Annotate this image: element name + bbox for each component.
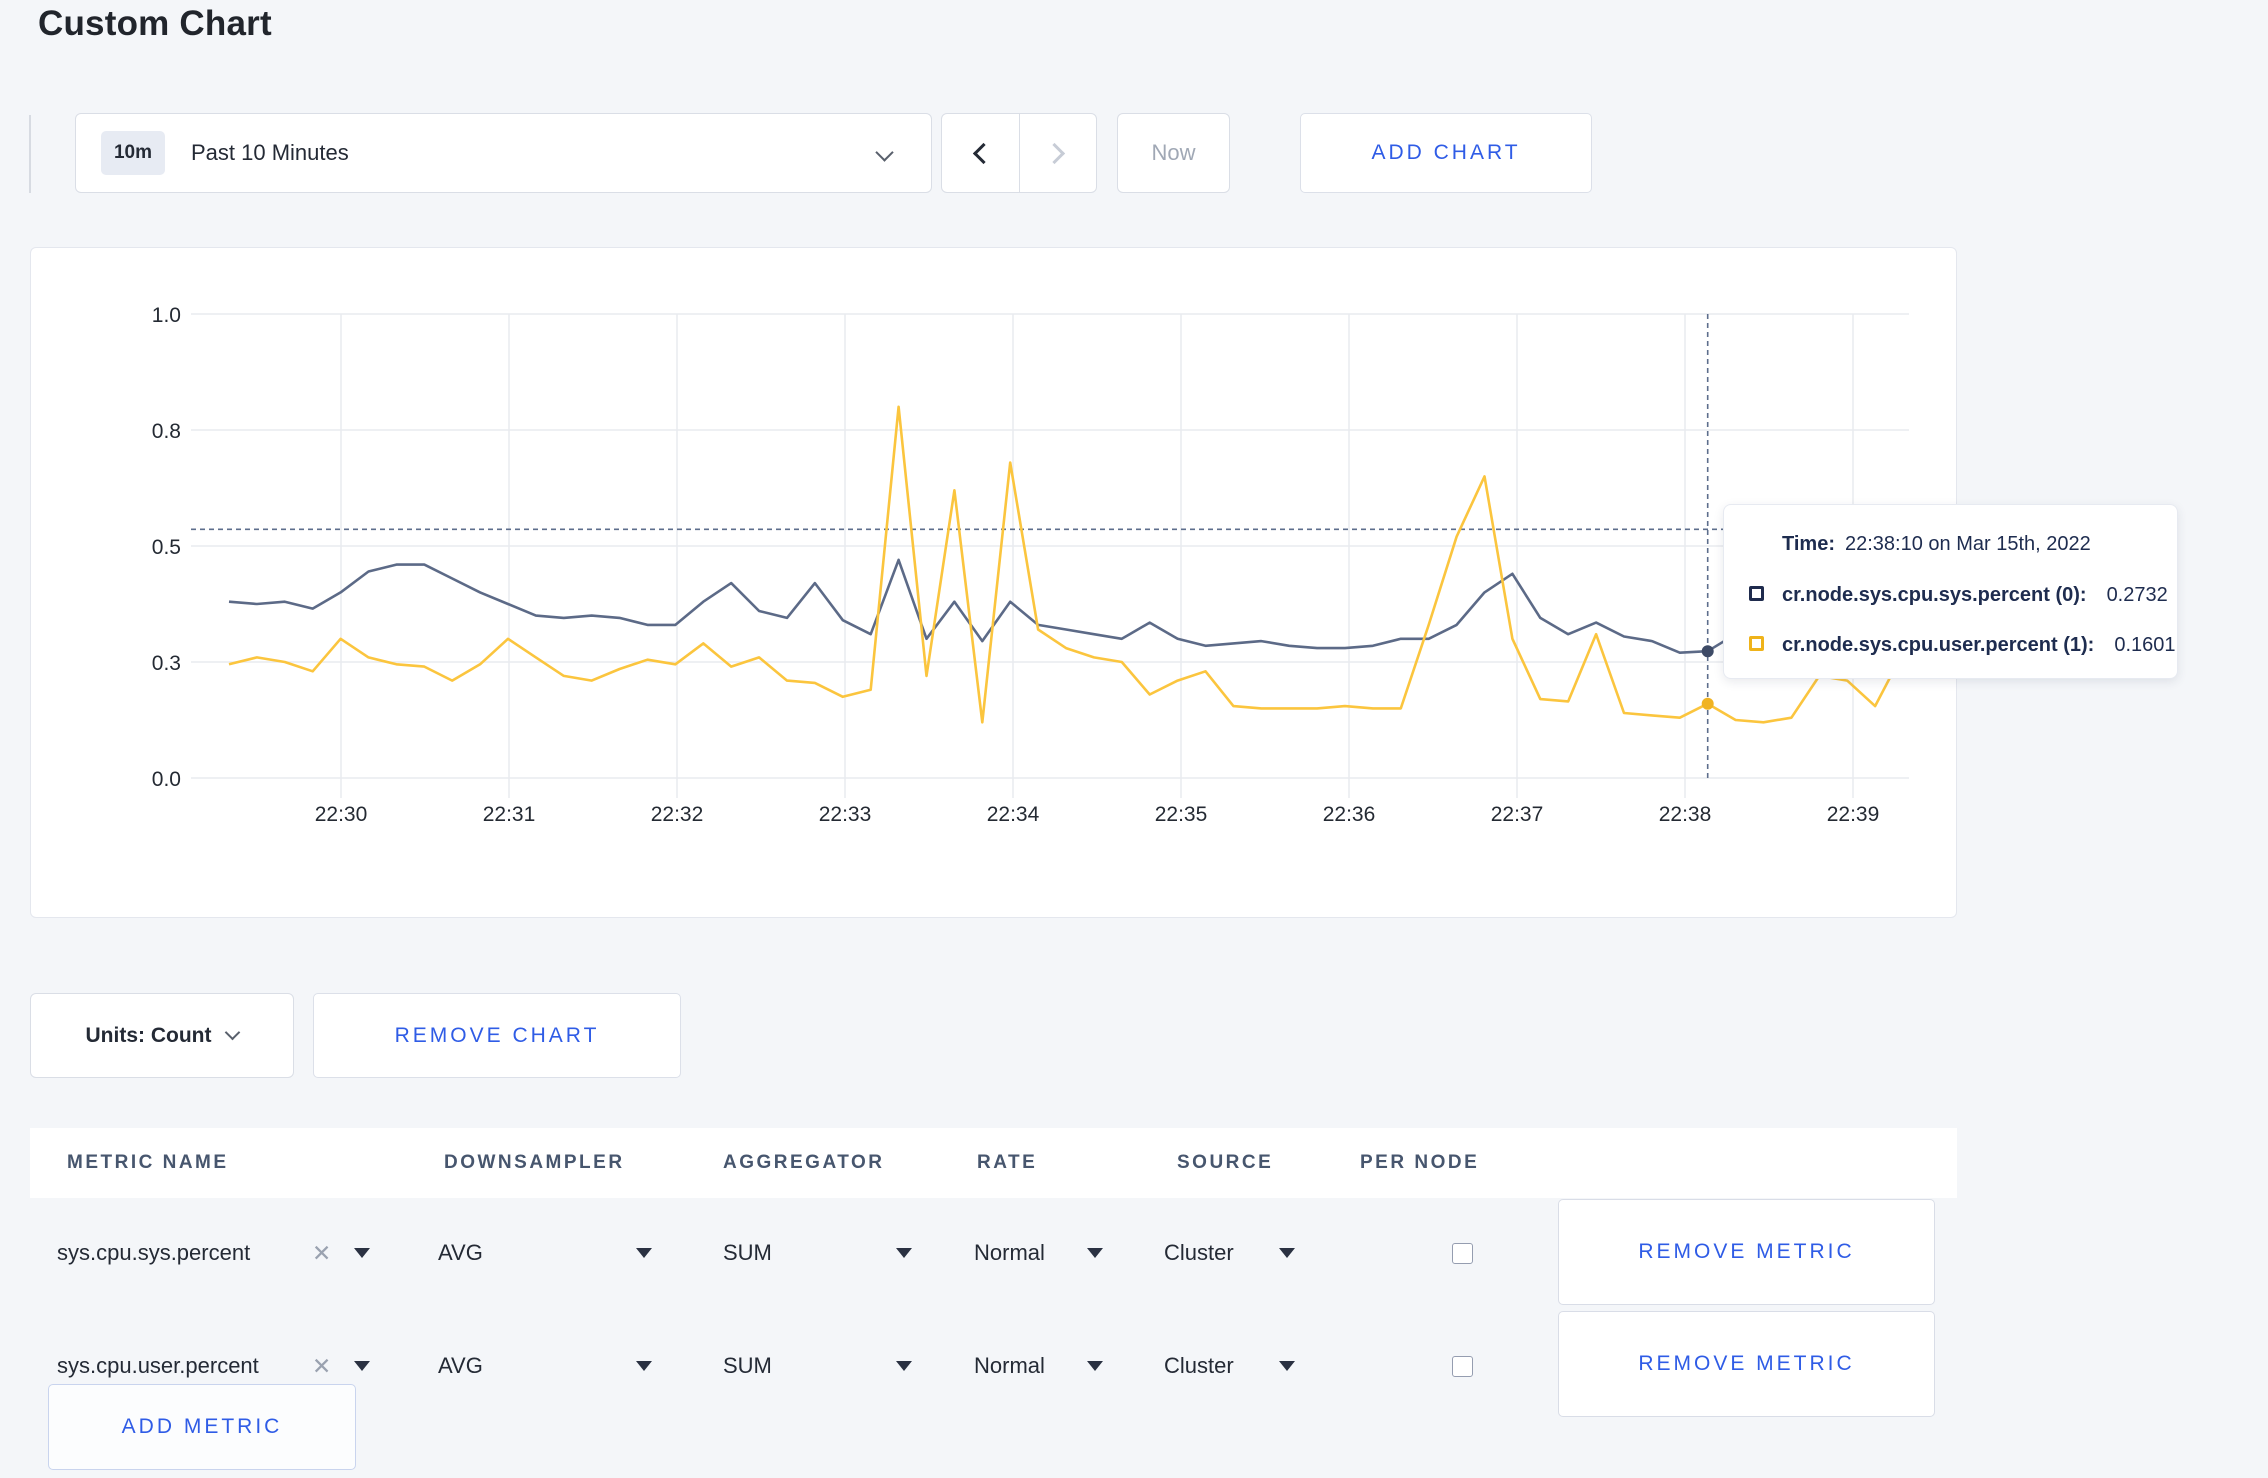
metric-name-select[interactable]: sys.cpu.sys.percent <box>57 1199 250 1307</box>
source-select[interactable]: Cluster <box>1164 1312 1234 1420</box>
prev-range-button[interactable] <box>942 114 1019 192</box>
rate-select[interactable]: Normal <box>974 1199 1045 1307</box>
column-header-metric-name: METRIC NAME <box>67 1152 229 1173</box>
dropdown-arrow-icon <box>354 1361 370 1371</box>
x-axis-label: 22:34 <box>987 803 1040 826</box>
series-user-swatch-icon <box>1749 636 1764 651</box>
page-title: Custom Chart <box>38 4 272 43</box>
dropdown-arrow-icon <box>896 1361 912 1371</box>
column-header-source: SOURCE <box>1177 1152 1274 1173</box>
rate-select[interactable]: Normal <box>974 1312 1045 1420</box>
aggregator-select[interactable]: SUM <box>723 1312 772 1420</box>
tooltip-time-label: Time: <box>1782 532 1835 555</box>
metrics-table-header: METRIC NAME DOWNSAMPLER AGGREGATOR RATE … <box>30 1128 1957 1198</box>
x-axis-label: 22:39 <box>1827 803 1880 826</box>
x-axis-label: 22:37 <box>1491 803 1544 826</box>
column-header-aggregator: AGGREGATOR <box>723 1152 885 1173</box>
next-range-button[interactable] <box>1018 114 1097 192</box>
clear-metric-icon[interactable]: ✕ <box>312 1199 331 1307</box>
y-axis-label: 0.5 <box>152 536 181 559</box>
dropdown-arrow-icon <box>1087 1248 1103 1258</box>
x-axis-label: 22:35 <box>1155 803 1208 826</box>
tooltip-series-row: cr.node.sys.cpu.sys.percent (0): 0.2732 <box>1782 582 2168 608</box>
series-sys-swatch-icon <box>1749 586 1764 601</box>
dropdown-arrow-icon <box>1279 1361 1295 1371</box>
dropdown-arrow-icon <box>354 1248 370 1258</box>
y-axis-label: 0.0 <box>152 768 181 791</box>
time-window-select[interactable]: 10m Past 10 Minutes <box>75 113 932 193</box>
x-axis-label: 22:30 <box>315 803 368 826</box>
tooltip-time-value: 22:38:10 on Mar 15th, 2022 <box>1844 532 2091 555</box>
remove-metric-button[interactable]: REMOVE METRIC <box>1558 1311 1935 1417</box>
aggregator-select[interactable]: SUM <box>723 1199 772 1307</box>
x-axis-label: 22:31 <box>483 803 536 826</box>
dropdown-arrow-icon <box>1087 1361 1103 1371</box>
chevron-down-icon <box>225 1024 241 1041</box>
column-header-per-node: PER NODE <box>1360 1152 1480 1173</box>
chevron-down-icon <box>875 143 894 162</box>
add-chart-button[interactable]: ADD CHART <box>1300 113 1592 193</box>
crosshair-dot-0 <box>1701 645 1714 658</box>
x-axis-label: 22:38 <box>1659 803 1712 826</box>
toolbar-left-divider <box>29 115 31 193</box>
remove-chart-button[interactable]: REMOVE CHART <box>313 993 681 1078</box>
now-button[interactable]: Now <box>1117 113 1230 193</box>
dropdown-arrow-icon <box>636 1361 652 1371</box>
dropdown-arrow-icon <box>636 1248 652 1258</box>
remove-metric-button[interactable]: REMOVE METRIC <box>1558 1199 1935 1305</box>
crosshair-dot-1 <box>1701 697 1714 710</box>
units-label: Units: Count <box>85 1023 212 1047</box>
downsampler-select[interactable]: AVG <box>438 1199 483 1307</box>
tooltip-series-value: 0.1601 <box>2114 633 2176 656</box>
downsampler-select[interactable]: AVG <box>438 1312 483 1420</box>
column-header-rate: RATE <box>977 1152 1038 1173</box>
series-line-0 <box>228 558 1904 659</box>
column-header-downsampler: DOWNSAMPLER <box>444 1152 625 1173</box>
y-axis-label: 1.0 <box>152 304 181 327</box>
y-axis-label: 0.3 <box>152 652 181 675</box>
x-axis-label: 22:32 <box>651 803 704 826</box>
series-line-1 <box>228 405 1905 724</box>
dropdown-arrow-icon <box>896 1248 912 1258</box>
tooltip-series-value: 0.2732 <box>2106 583 2168 606</box>
chevron-right-icon <box>1044 142 1066 164</box>
add-metric-button[interactable]: ADD METRIC <box>48 1384 356 1470</box>
tooltip-series-row: cr.node.sys.cpu.user.percent (1): 0.1601 <box>1782 632 2176 658</box>
time-window-label: Past 10 Minutes <box>191 140 349 165</box>
y-axis-label: 0.8 <box>152 420 181 443</box>
units-select[interactable]: Units: Count <box>30 993 294 1078</box>
per-node-checkbox[interactable] <box>1452 1243 1473 1264</box>
x-axis-label: 22:36 <box>1323 803 1376 826</box>
source-select[interactable]: Cluster <box>1164 1199 1234 1307</box>
tooltip-series-label: cr.node.sys.cpu.sys.percent (0): <box>1782 583 2087 606</box>
tooltip-time-row: Time: 22:38:10 on Mar 15th, 2022 <box>1782 531 2091 557</box>
x-axis-label: 22:33 <box>819 803 872 826</box>
chart-canvas[interactable]: 0.0 0.3 0.5 0.8 1.0 22:30 22:31 22:32 22:33 22:34… <box>31 248 1958 919</box>
time-window-badge: 10m <box>101 131 165 175</box>
time-nav-group <box>941 113 1097 193</box>
per-node-checkbox[interactable] <box>1452 1356 1473 1377</box>
dropdown-arrow-icon <box>1279 1248 1295 1258</box>
chart-card: 0.0 0.3 0.5 0.8 1.0 22:30 22:31 22:32 22:33 22:34… <box>30 247 1957 918</box>
tooltip-series-label: cr.node.sys.cpu.user.percent (1): <box>1782 633 2095 656</box>
custom-chart-page: Custom Chart 10m Past 10 Minutes Now ADD… <box>0 0 2268 1478</box>
chart-tooltip: Time: 22:38:10 on Mar 15th, 2022 cr.node… <box>1723 504 2178 679</box>
chevron-left-icon <box>972 142 994 164</box>
